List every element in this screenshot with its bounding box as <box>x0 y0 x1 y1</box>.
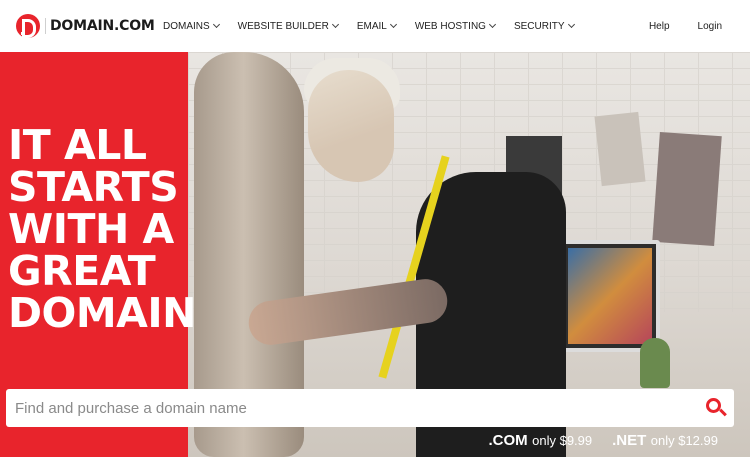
logo-d-icon <box>16 14 40 38</box>
nav-security[interactable]: SECURITY <box>514 20 575 32</box>
domain-search-input[interactable] <box>6 389 700 427</box>
nav-domains[interactable]: DOMAINS <box>163 20 220 32</box>
price-net: .NET only $12.99 <box>612 432 718 449</box>
chevron-down-icon <box>212 20 220 29</box>
tld-prices: .COM only $9.99 .NET only $12.99 <box>469 432 718 450</box>
logo[interactable]: DOMAIN.COM <box>16 14 155 38</box>
monitor <box>560 240 660 352</box>
site-header: DOMAIN.COM DOMAINS WEBSITE BUILDER EMAIL… <box>0 0 750 52</box>
login-link[interactable]: Login <box>698 21 722 32</box>
nav-email[interactable]: EMAIL <box>357 20 397 32</box>
hero-headline: IT ALL STARTS WITH A GREAT DOMAIN <box>8 121 197 337</box>
chevron-down-icon <box>567 20 575 29</box>
chevron-down-icon <box>331 20 339 29</box>
domain-search-bar <box>6 389 734 427</box>
main-nav: DOMAINS WEBSITE BUILDER EMAIL WEB HOSTIN… <box>163 0 593 52</box>
search-button[interactable] <box>700 389 734 427</box>
logo-text: DOMAIN.COM <box>45 18 155 34</box>
price-com: .COM only $9.99 <box>488 432 593 449</box>
help-link[interactable]: Help <box>649 21 670 32</box>
chevron-down-icon <box>389 20 397 29</box>
hero: IT ALL STARTS WITH A GREAT DOMAIN .COM o… <box>0 52 750 457</box>
nav-website-builder[interactable]: WEBSITE BUILDER <box>238 20 339 32</box>
chevron-down-icon <box>488 20 496 29</box>
nav-web-hosting[interactable]: WEB HOSTING <box>415 20 496 32</box>
header-links: Help Login <box>621 0 722 52</box>
